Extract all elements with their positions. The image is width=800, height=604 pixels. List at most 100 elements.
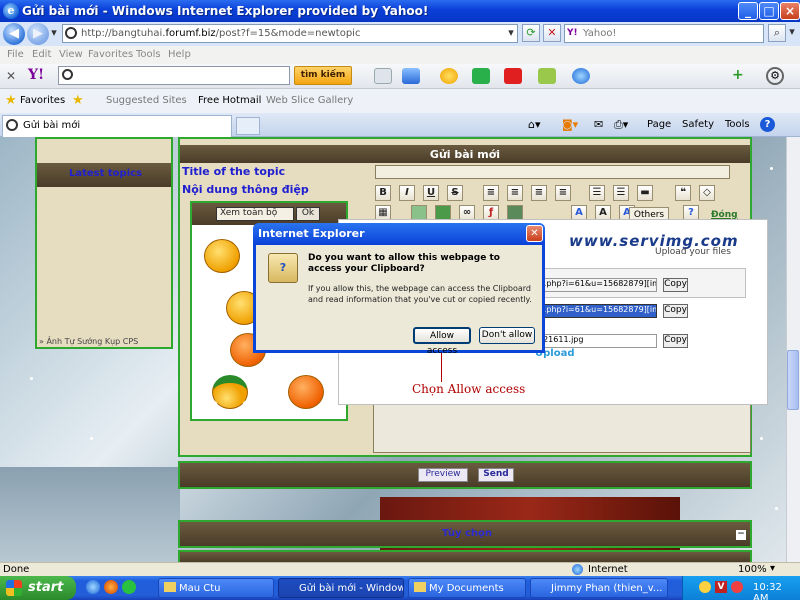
quote-icon[interactable]: ❝ xyxy=(675,185,691,201)
new-tab-button[interactable] xyxy=(236,117,260,135)
list-icon[interactable]: ☰ xyxy=(589,185,605,201)
home-icon[interactable]: ⌂▾ xyxy=(528,118,541,131)
numbered-list-icon[interactable]: ☰ xyxy=(613,185,629,201)
search-options-icon[interactable]: ▾ xyxy=(786,24,798,42)
print-icon[interactable]: ⎙▾ xyxy=(614,118,628,132)
window-title-bar[interactable]: e Gửi bài mới - Windows Internet Explore… xyxy=(0,0,800,22)
bold-icon[interactable]: B xyxy=(375,185,391,201)
zoom-dropdown-icon[interactable]: ▾ xyxy=(770,563,775,574)
tray-app-icon[interactable] xyxy=(731,581,743,593)
fav-suggested-sites[interactable]: Suggested Sites xyxy=(106,95,187,106)
folder-icon xyxy=(414,582,426,592)
menu-favorites[interactable]: Favorites xyxy=(88,49,133,60)
back-button[interactable]: ◀ xyxy=(3,23,25,45)
read-mail-icon[interactable]: ✉ xyxy=(594,118,603,131)
tools-menu[interactable]: Tools xyxy=(725,119,750,130)
italic-icon[interactable]: I xyxy=(399,185,415,201)
align-left-icon[interactable]: ≡ xyxy=(483,185,499,201)
hr-icon[interactable]: ▬ xyxy=(637,185,653,201)
servimg-file-field[interactable]: 721611.jpg xyxy=(537,334,657,348)
quicklaunch-firefox-icon[interactable] xyxy=(104,580,118,594)
tab-label: Gửi bài mới xyxy=(23,120,81,131)
tray-messenger-icon[interactable] xyxy=(699,581,711,593)
form-actions: Preview Send xyxy=(178,461,752,489)
stop-icon[interactable]: ✕ xyxy=(543,24,561,42)
strike-icon[interactable]: S xyxy=(447,185,463,201)
servimg-url-field-1[interactable]: w.php?i=61&u=15682879][im xyxy=(537,278,657,292)
dont-allow-button[interactable]: Don't allow xyxy=(479,327,535,344)
favorites-button[interactable]: Favorites xyxy=(20,95,65,106)
task-jimmy-phan[interactable]: Jimmy Phan (thien_v... xyxy=(530,578,668,598)
copy-button-2[interactable]: Copy xyxy=(663,304,688,318)
maximize-button[interactable]: □ xyxy=(759,2,779,20)
history-dropdown-icon[interactable]: ▾ xyxy=(47,25,61,43)
ie-icon[interactable] xyxy=(572,68,590,84)
soldier-smiley-icon[interactable] xyxy=(212,375,248,409)
smiley-ok-button[interactable]: Ok xyxy=(296,207,320,221)
games-icon[interactable] xyxy=(504,68,522,84)
minimize-button[interactable]: _ xyxy=(738,2,758,20)
code-icon[interactable]: ◇ xyxy=(699,185,715,201)
globe-icon xyxy=(572,564,583,575)
servimg-url-field-2[interactable]: w.php?i=61&u=15682879][im xyxy=(537,304,657,318)
close-window-button[interactable]: × xyxy=(780,2,800,20)
answers-icon[interactable] xyxy=(538,68,556,84)
security-zone[interactable]: Internet xyxy=(588,564,628,575)
refresh-icon[interactable]: ⟳ xyxy=(522,24,540,42)
menu-view[interactable]: View xyxy=(59,49,83,60)
dialog-close-button[interactable]: ✕ xyxy=(526,225,543,242)
settings-gear-icon[interactable]: ⚙ xyxy=(766,67,784,85)
align-right-icon[interactable]: ≡ xyxy=(531,185,547,201)
sidebar-panel: Latest topics » Ảnh Tự Sướng Kụp CPS xyxy=(35,137,173,349)
yahoo-logo[interactable]: Y! xyxy=(28,67,44,83)
smiley-icon[interactable] xyxy=(204,239,240,273)
puzzle-icon[interactable] xyxy=(472,68,490,84)
taskbar: start Mau Ctu Gửi bài mới - Window... My… xyxy=(0,576,800,604)
messenger-icon[interactable] xyxy=(440,68,458,84)
add-favorites-icon[interactable]: ★ xyxy=(72,93,84,108)
page-menu[interactable]: Page xyxy=(647,119,671,130)
tab-active[interactable]: Gửi bài mới xyxy=(2,115,232,137)
search-go-icon[interactable]: ⌕ xyxy=(768,24,786,42)
preview-button[interactable]: Preview xyxy=(418,468,468,482)
mail-icon[interactable] xyxy=(402,68,420,84)
allow-access-button[interactable]: Allow access xyxy=(413,327,471,356)
title-input[interactable] xyxy=(375,165,730,179)
quicklaunch-app-icon[interactable] xyxy=(122,580,136,594)
align-center-icon[interactable]: ≡ xyxy=(507,185,523,201)
underline-icon[interactable]: U xyxy=(423,185,439,201)
address-dropdown-icon[interactable]: ▾ xyxy=(505,25,517,41)
menu-edit[interactable]: Edit xyxy=(32,49,51,60)
yahoo-search-input[interactable] xyxy=(58,66,290,85)
feeds-icon[interactable]: ◙▾ xyxy=(562,118,578,131)
search-input[interactable]: Yahoo! xyxy=(564,24,764,43)
fav-free-hotmail[interactable]: Free Hotmail xyxy=(198,95,261,106)
help-icon[interactable]: ? xyxy=(760,117,775,132)
add-button-icon[interactable]: + xyxy=(732,67,744,83)
copy-button-1[interactable]: Copy xyxy=(663,278,688,292)
tray-antivirus-icon[interactable]: V xyxy=(715,581,727,593)
zoom-level[interactable]: 100% xyxy=(738,564,767,575)
justify-icon[interactable]: ≡ xyxy=(555,185,571,201)
copy-button-3[interactable]: Copy xyxy=(663,334,688,348)
send-button[interactable]: Send xyxy=(478,468,514,482)
address-bar[interactable]: http://bangtuhai.forumf.biz/post?f=15&mo… xyxy=(62,24,518,43)
safety-menu[interactable]: Safety xyxy=(682,119,714,130)
options-label[interactable]: Tùy chọn xyxy=(442,528,492,539)
collapse-icon[interactable]: − xyxy=(736,530,746,540)
smiley-select[interactable]: Xem toàn bộ xyxy=(216,207,294,221)
quicklaunch-ie-icon[interactable] xyxy=(86,580,100,594)
toolbar-pen-icon[interactable] xyxy=(374,68,392,84)
scrollbar-thumb[interactable] xyxy=(787,350,799,410)
toolbar-close-icon[interactable]: ✕ xyxy=(6,69,16,83)
task-ie-window[interactable]: Gửi bài mới - Window... xyxy=(278,578,404,598)
sidebar-topic-link[interactable]: » Ảnh Tự Sướng Kụp CPS xyxy=(39,337,138,346)
options-bar: Tùy chọn − xyxy=(178,520,752,548)
yahoo-search-button[interactable]: tìm kiếm xyxy=(294,66,352,85)
smiley-icon[interactable] xyxy=(288,375,324,409)
menu-file[interactable]: File xyxy=(7,49,24,60)
fav-web-slice-gallery[interactable]: Web Slice Gallery xyxy=(266,95,353,106)
menu-help[interactable]: Help xyxy=(168,49,191,60)
forward-button[interactable]: ▶ xyxy=(27,23,49,45)
menu-tools[interactable]: Tools xyxy=(136,49,161,60)
